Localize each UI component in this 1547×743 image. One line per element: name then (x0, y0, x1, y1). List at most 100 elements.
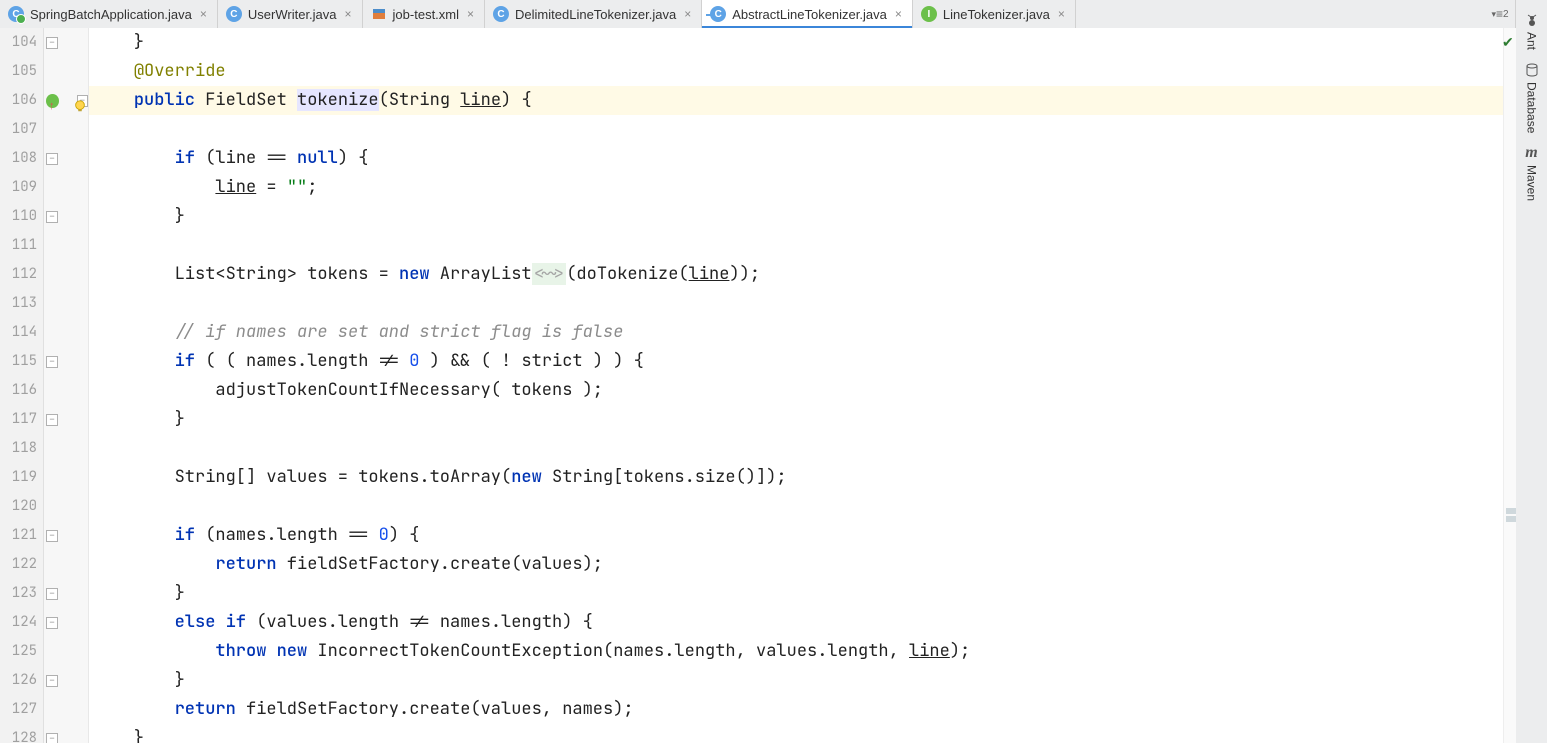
code-line[interactable]: else if (values.length != names.length) … (89, 608, 1516, 637)
close-icon[interactable]: × (1058, 7, 1065, 21)
code-line[interactable]: } (89, 202, 1516, 231)
tab-abstractlinetokenizer-java[interactable]: C AbstractLineTokenizer.java × (702, 0, 913, 28)
line-number: 123 (0, 579, 37, 608)
tab-userwriter-java[interactable]: C UserWriter.java × (218, 0, 363, 28)
fold-toggle-icon[interactable]: − (46, 37, 58, 49)
tab-list-button[interactable]: ▾≡2 (1490, 4, 1510, 24)
fold-toggle-icon[interactable]: − (46, 530, 58, 542)
class-icon: C (8, 6, 24, 22)
code-line[interactable]: if (names.length == 0) { (89, 521, 1516, 550)
line-number: 125 (0, 637, 37, 666)
code-line[interactable] (89, 289, 1516, 318)
code-line[interactable]: line = ""; (89, 173, 1516, 202)
code-line[interactable]: public FieldSet tokenize(String line) { (89, 86, 1516, 115)
line-number: 118 (0, 434, 37, 463)
code-line[interactable]: if ( ( names.length != 0 ) && ( ! strict… (89, 347, 1516, 376)
fold-toggle-icon[interactable]: − (46, 414, 58, 426)
line-number: 114 (0, 318, 37, 347)
scroll-mark[interactable] (1506, 516, 1516, 522)
database-icon (1524, 62, 1540, 78)
tool-ant-label: Ant (1525, 32, 1539, 50)
code-line[interactable]: return fieldSetFactory.create(values, na… (89, 695, 1516, 724)
editor[interactable]: 1041051061071081091101111121131141151161… (0, 28, 1516, 743)
code-line[interactable]: throw new IncorrectTokenCountException(n… (89, 637, 1516, 666)
tab-label: UserWriter.java (248, 7, 337, 22)
code-area[interactable]: } @Override public FieldSet tokenize(Str… (89, 28, 1516, 743)
code-line[interactable] (89, 492, 1516, 521)
tab-label: LineTokenizer.java (943, 7, 1050, 22)
tab-label: job-test.xml (393, 7, 459, 22)
class-icon: C (226, 6, 242, 22)
fold-toggle-icon[interactable]: − (46, 733, 58, 743)
interface-icon: I (921, 6, 937, 22)
line-number: 106 (0, 86, 37, 115)
code-line[interactable] (89, 115, 1516, 144)
code-line[interactable]: @Override (89, 57, 1516, 86)
code-line[interactable]: // if names are set and strict flag is f… (89, 318, 1516, 347)
line-number: 111 (0, 231, 37, 260)
ant-icon (1524, 12, 1540, 28)
maven-icon (1524, 145, 1540, 161)
close-icon[interactable]: × (345, 7, 352, 21)
line-number: 116 (0, 376, 37, 405)
tab-label: SpringBatchApplication.java (30, 7, 192, 22)
tab-springbatchapplication-java[interactable]: C SpringBatchApplication.java × (0, 0, 218, 28)
override-icon[interactable] (46, 94, 59, 108)
line-number: 124 (0, 608, 37, 637)
tab-linetokenizer-java[interactable]: I LineTokenizer.java × (913, 0, 1076, 28)
code-line[interactable]: } (89, 579, 1516, 608)
line-number: 127 (0, 695, 37, 724)
tab-delimitedlinetokenizer-java[interactable]: CDelimitedLineTokenizer.java× (485, 0, 702, 28)
code-line[interactable]: return fieldSetFactory.create(values); (89, 550, 1516, 579)
code-line[interactable] (89, 231, 1516, 260)
tab-label: DelimitedLineTokenizer.java (515, 7, 676, 22)
close-icon[interactable]: × (895, 7, 902, 21)
code-line[interactable]: } (89, 405, 1516, 434)
editor-tab-bar: C SpringBatchApplication.java × C UserWriter… (0, 0, 1516, 29)
line-number: 112 (0, 260, 37, 289)
class-icon: C (710, 6, 726, 22)
line-number: 109 (0, 173, 37, 202)
code-line[interactable] (89, 434, 1516, 463)
line-number: 105 (0, 57, 37, 86)
code-line[interactable]: adjustTokenCountIfNecessary( tokens ); (89, 376, 1516, 405)
line-number-gutter: 1041051061071081091101111121131141151161… (0, 28, 44, 743)
scroll-mark[interactable] (1506, 508, 1516, 514)
tool-database[interactable]: Database (1524, 62, 1540, 133)
code-line[interactable]: } (89, 666, 1516, 695)
code-line[interactable]: List<String> tokens = new ArrayList<~>(d… (89, 260, 1516, 289)
fold-toggle-icon[interactable]: − (46, 617, 58, 629)
tab-count-badge: 2 (1503, 9, 1509, 20)
code-line[interactable]: if (line == null) { (89, 144, 1516, 173)
right-tool-strip: Ant Database Maven (1515, 0, 1547, 743)
fold-toggle-icon[interactable]: − (46, 153, 58, 165)
close-icon[interactable]: × (200, 7, 207, 21)
line-number: 104 (0, 28, 37, 57)
tab-label: AbstractLineTokenizer.java (732, 7, 887, 22)
error-stripe[interactable]: ✔ (1503, 28, 1516, 743)
fold-toggle-icon[interactable]: − (46, 356, 58, 368)
close-icon[interactable]: × (684, 7, 691, 21)
tool-database-label: Database (1525, 82, 1539, 133)
fold-toggle-icon[interactable]: − (46, 675, 58, 687)
code-line[interactable]: String[] values = tokens.toArray(new Str… (89, 463, 1516, 492)
line-number: 115 (0, 347, 37, 376)
fold-toggle-icon[interactable]: − (46, 588, 58, 600)
line-number: 126 (0, 666, 37, 695)
intention-bulb-icon[interactable] (73, 94, 87, 108)
line-number: 120 (0, 492, 37, 521)
line-number: 110 (0, 202, 37, 231)
code-line[interactable]: } (89, 724, 1516, 743)
tab-job-test-xml[interactable]: job-test.xml × (363, 0, 485, 28)
tool-maven[interactable]: Maven (1524, 145, 1540, 201)
line-number: 107 (0, 115, 37, 144)
code-line[interactable]: } (89, 28, 1516, 57)
line-number: 119 (0, 463, 37, 492)
line-number: 122 (0, 550, 37, 579)
line-number: 117 (0, 405, 37, 434)
tool-ant[interactable]: Ant (1524, 12, 1540, 50)
close-icon[interactable]: × (467, 7, 474, 21)
line-number: 128 (0, 724, 37, 743)
fold-toggle-icon[interactable]: − (46, 211, 58, 223)
line-number: 121 (0, 521, 37, 550)
